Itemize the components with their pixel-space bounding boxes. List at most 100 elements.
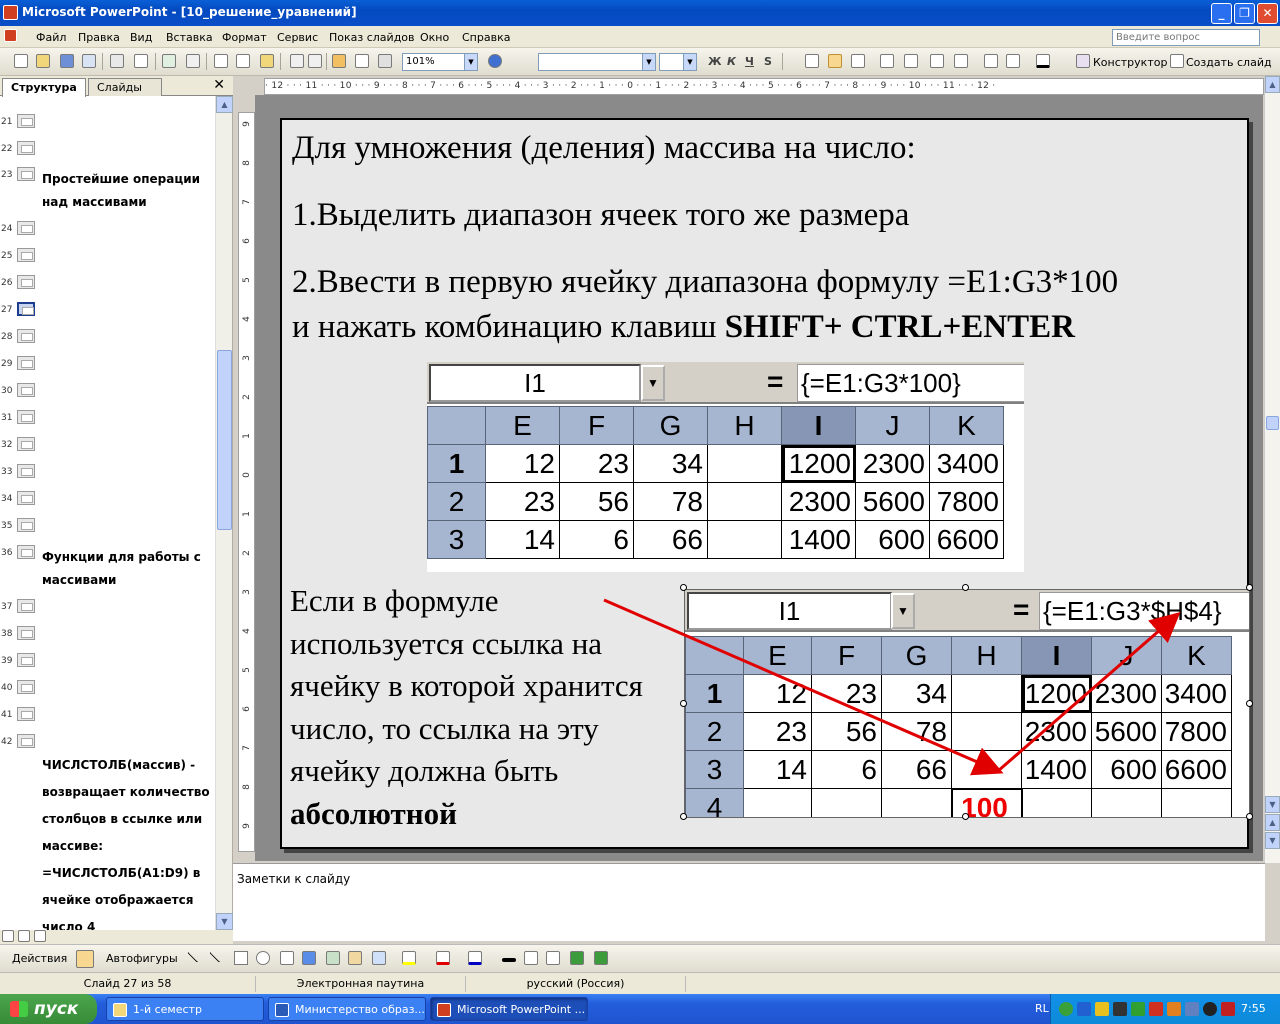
- align-right-icon[interactable]: [851, 54, 865, 68]
- save-icon[interactable]: [60, 54, 74, 68]
- numbering-icon[interactable]: [880, 54, 894, 68]
- minimize-button[interactable]: _: [1211, 3, 1232, 24]
- tray-icon[interactable]: [1203, 1002, 1217, 1016]
- outline-scrollbar[interactable]: ▲ ▼: [215, 96, 233, 930]
- zoom-select[interactable]: 101% ▼: [402, 53, 478, 71]
- decrease-font-icon[interactable]: [954, 54, 968, 68]
- dash-style-icon[interactable]: [524, 951, 538, 965]
- notes-pane[interactable]: Заметки к слайду: [233, 863, 1265, 941]
- print-icon[interactable]: [110, 54, 124, 68]
- cut-icon[interactable]: [214, 54, 228, 68]
- slide-icon[interactable]: [17, 302, 35, 316]
- powerpoint-app-icon[interactable]: [3, 5, 18, 20]
- tray-icon[interactable]: [1131, 1002, 1145, 1016]
- start-button[interactable]: пуск: [0, 994, 97, 1024]
- rectangle-icon[interactable]: [234, 951, 248, 965]
- shadow-style-icon[interactable]: [570, 951, 584, 965]
- tray-icon[interactable]: [1095, 1002, 1109, 1016]
- menu-insert[interactable]: Вставка: [166, 31, 213, 44]
- restore-button[interactable]: ❐: [1234, 3, 1255, 24]
- insert-table-icon[interactable]: [355, 54, 369, 68]
- slide-icon[interactable]: [17, 383, 35, 397]
- task-word[interactable]: Министерство образ...: [268, 997, 426, 1021]
- tray-icon[interactable]: [1167, 1002, 1181, 1016]
- research-icon[interactable]: [186, 54, 200, 68]
- slide-icon[interactable]: [17, 518, 35, 532]
- new-icon[interactable]: [14, 54, 28, 68]
- italic-button[interactable]: К: [727, 55, 736, 68]
- designer-icon[interactable]: [1076, 54, 1090, 68]
- slide-icon[interactable]: [17, 114, 35, 128]
- new-slide-button[interactable]: Создать слайд: [1186, 56, 1272, 69]
- help-icon[interactable]: [488, 54, 502, 68]
- ask-question-input[interactable]: Введите вопрос: [1112, 29, 1260, 46]
- slide-icon[interactable]: [17, 275, 35, 289]
- scroll-down-icon[interactable]: ▼: [1265, 796, 1280, 813]
- fill-color-icon[interactable]: [402, 951, 416, 965]
- scroll-thumb[interactable]: [1266, 416, 1279, 430]
- permission-icon[interactable]: [82, 54, 96, 68]
- menu-file[interactable]: Файл: [36, 31, 66, 44]
- slide-icon[interactable]: [17, 356, 35, 370]
- tray-icon[interactable]: [1059, 1002, 1073, 1016]
- line-color-icon[interactable]: [436, 951, 450, 965]
- oval-icon[interactable]: [256, 951, 270, 965]
- select-pointer-icon[interactable]: [76, 950, 94, 968]
- resize-handle[interactable]: [680, 700, 687, 707]
- slideshow-view-icon[interactable]: [34, 930, 46, 942]
- resize-handle[interactable]: [680, 584, 687, 591]
- pane-close-icon[interactable]: ✕: [213, 77, 225, 93]
- spelling-icon[interactable]: [162, 54, 176, 68]
- paste-icon[interactable]: [260, 54, 274, 68]
- line-icon[interactable]: [187, 947, 203, 963]
- slide-icon[interactable]: [17, 599, 35, 613]
- font-color-icon[interactable]: [468, 951, 482, 965]
- print-preview-icon[interactable]: [134, 54, 148, 68]
- slide-icon[interactable]: [17, 707, 35, 721]
- open-icon[interactable]: [36, 54, 50, 68]
- slide-icon[interactable]: [17, 167, 35, 181]
- menu-tools[interactable]: Сервис: [277, 31, 318, 44]
- actions-menu[interactable]: Действия: [12, 952, 67, 965]
- slide-sorter-icon[interactable]: [18, 930, 30, 942]
- font-color-icon[interactable]: [1036, 54, 1050, 68]
- menu-slideshow[interactable]: Показ слайдов: [329, 31, 415, 44]
- resize-handle[interactable]: [962, 584, 969, 591]
- align-left-icon[interactable]: [805, 54, 819, 68]
- normal-view-icon[interactable]: [2, 930, 14, 942]
- increase-indent-icon[interactable]: [1006, 54, 1020, 68]
- task-powerpoint[interactable]: Microsoft PowerPoint ...: [430, 997, 588, 1021]
- notes-placeholder[interactable]: Заметки к слайду: [237, 872, 350, 886]
- slide-icon[interactable]: [17, 545, 35, 559]
- diagram-icon[interactable]: [326, 951, 340, 965]
- menu-window[interactable]: Окно: [420, 31, 449, 44]
- tray-icon[interactable]: [1113, 1002, 1127, 1016]
- tab-outline[interactable]: Структура: [2, 78, 86, 97]
- menu-help[interactable]: Справка: [462, 31, 510, 44]
- slide-icon[interactable]: [17, 653, 35, 667]
- color-grayscale-icon[interactable]: [378, 54, 392, 68]
- underline-button[interactable]: Ч: [745, 55, 754, 68]
- resize-handle[interactable]: [680, 813, 687, 820]
- resize-handle[interactable]: [1246, 584, 1253, 591]
- slide-icon[interactable]: [17, 141, 35, 155]
- slide-icon[interactable]: [17, 734, 35, 748]
- scroll-down-icon[interactable]: ▼: [216, 913, 233, 930]
- language-indicator[interactable]: RL: [1035, 1002, 1049, 1015]
- scroll-up-icon[interactable]: ▲: [216, 96, 233, 113]
- 3d-style-icon[interactable]: [594, 951, 608, 965]
- document-icon[interactable]: [4, 29, 17, 42]
- insert-chart-icon[interactable]: [332, 54, 346, 68]
- autoshapes-menu[interactable]: Автофигуры: [106, 952, 178, 965]
- menu-format[interactable]: Формат: [222, 31, 267, 44]
- excel-screenshot-2[interactable]: I1 ▼ = {=E1:G3*$H$4} E F G H I J K 1 12 23 34 1200 2…: [684, 589, 1250, 818]
- slide-icon[interactable]: [17, 626, 35, 640]
- slide-icon[interactable]: [17, 221, 35, 235]
- scroll-thumb[interactable]: [217, 350, 232, 530]
- arrow-style-icon[interactable]: [546, 951, 560, 965]
- clipart-icon[interactable]: [348, 951, 362, 965]
- line-style-icon[interactable]: [502, 958, 516, 962]
- increase-font-icon[interactable]: [930, 54, 944, 68]
- menu-view[interactable]: Вид: [130, 31, 152, 44]
- tray-icon[interactable]: [1185, 1002, 1199, 1016]
